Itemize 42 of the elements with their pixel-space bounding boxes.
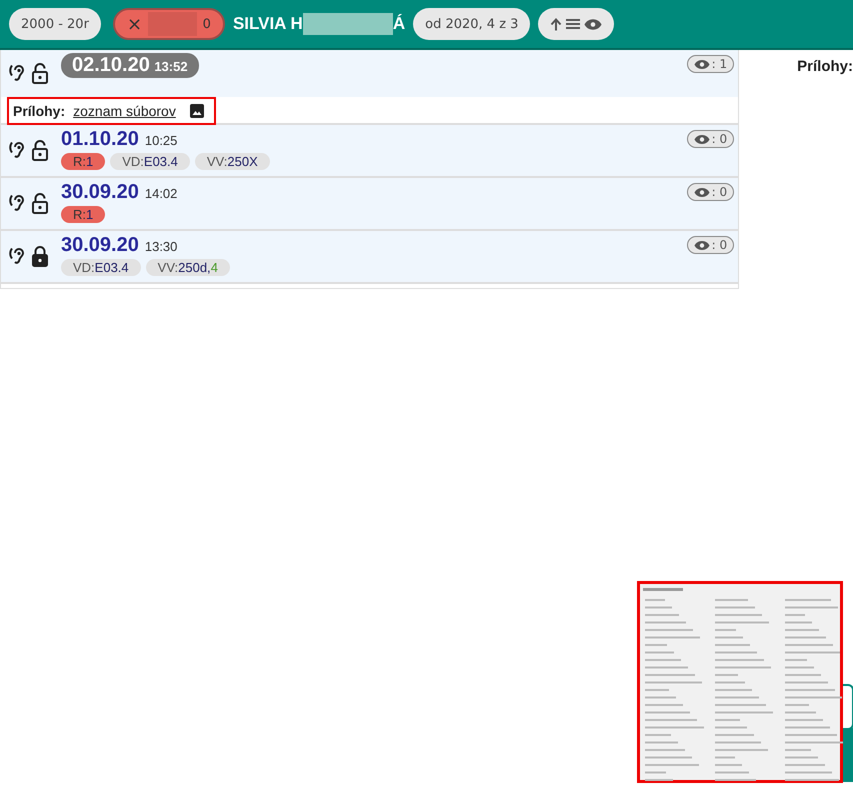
views-button[interactable]: : 0	[686, 130, 734, 148]
views-button[interactable]: : 1	[686, 55, 734, 73]
patient-name: SILVIA H	[232, 14, 303, 34]
hearing-icon	[7, 192, 27, 214]
patient-name: Á	[392, 14, 406, 34]
filter-chip[interactable]: × 0	[112, 8, 225, 40]
record-date: 30.09.20	[61, 181, 139, 204]
record-date: 01.10.20	[61, 128, 139, 151]
code-tag: VD:E03.4	[110, 153, 190, 170]
hearing-icon	[7, 245, 27, 267]
record-row[interactable]: 30.09.20 13:30 VD:E03.4 VV:250d,4 : 0	[1, 231, 738, 284]
record-row[interactable]: 02.10.20 13:52 : 1	[1, 50, 738, 97]
attachments-label: Prílohy:	[13, 103, 66, 119]
arrow-up-icon	[550, 17, 562, 31]
attachments-heading: Prílohy:	[797, 58, 853, 75]
eye-icon	[694, 134, 710, 144]
record-date: 30.09.20	[61, 234, 139, 257]
record-time: 10:25	[144, 133, 178, 148]
views-button[interactable]: : 0	[686, 236, 734, 254]
period-chip[interactable]: od 2020, 4 z 3	[413, 8, 530, 40]
eye-icon	[694, 186, 710, 198]
views-button[interactable]: : 0	[686, 183, 734, 201]
record-row[interactable]: 01.10.20 10:25 R:1 VD:E03.4 VV:250X : 0	[1, 125, 738, 178]
code-tag: VD:E03.4	[61, 259, 141, 276]
image-icon[interactable]	[190, 104, 204, 118]
record-time: 14:02	[144, 186, 178, 201]
date-badge: 02.10.20 13:52	[61, 53, 199, 78]
eye-icon	[694, 58, 710, 70]
menu-icon	[566, 19, 580, 29]
code-tag: VV:250X	[194, 153, 270, 170]
code-tag: VV:250d,4	[146, 259, 230, 276]
sort-view-button[interactable]	[538, 8, 614, 40]
alert-tag: R:1	[61, 153, 106, 170]
alert-tag: R:1	[61, 206, 106, 223]
hearing-icon	[7, 139, 27, 161]
files-link[interactable]: zoznam súborov	[73, 103, 176, 119]
range-chip[interactable]: 2000 - 20r	[9, 8, 101, 40]
record-row[interactable]: 30.09.20 14:02 R:1 : 0	[1, 178, 738, 231]
hearing-icon	[7, 62, 27, 84]
eye-icon	[694, 240, 710, 250]
record-time: 13:30	[144, 239, 178, 254]
eye-icon	[584, 18, 602, 30]
